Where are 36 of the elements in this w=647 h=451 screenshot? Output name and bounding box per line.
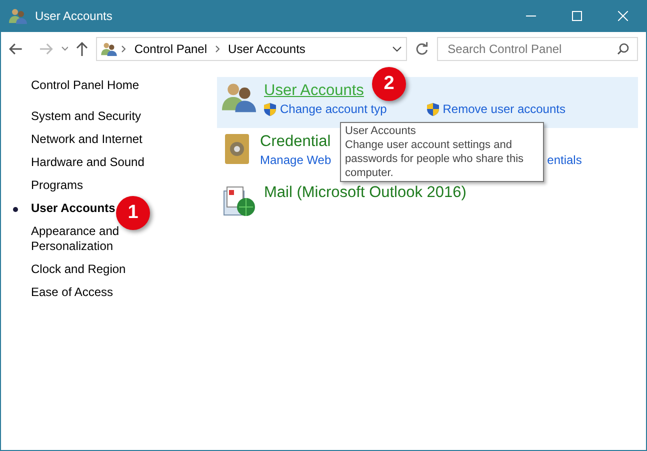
tooltip: User Accounts Change user account settings and passwords for people who share this computer. <box>340 122 544 182</box>
users-icon <box>101 42 118 56</box>
sidebar-link[interactable]: Clock and Region <box>31 258 126 281</box>
bullet-icon <box>13 207 18 212</box>
callout-marker: 2 <box>372 67 406 101</box>
sidebar-link[interactable]: System and Security <box>31 105 142 128</box>
maximize-icon[interactable] <box>572 11 582 21</box>
breadcrumb-item[interactable]: User Accounts <box>228 40 306 58</box>
back-icon[interactable] <box>9 43 23 55</box>
task-link[interactable]: Change account typ <box>280 100 387 118</box>
task-link[interactable]: Remove user accounts <box>442 100 566 118</box>
close-icon[interactable] <box>618 11 628 21</box>
sidebar-link[interactable]: Network and Internet <box>31 128 142 151</box>
category-link[interactable]: Mail (Microsoft Outlook 2016) <box>264 183 466 202</box>
users-icon <box>9 8 27 24</box>
address-bar[interactable]: Control Panel User Accounts <box>96 37 407 61</box>
refresh-icon[interactable] <box>414 42 429 56</box>
dropdown-icon[interactable] <box>60 46 68 52</box>
breadcrumb-item[interactable]: Control Panel <box>134 40 208 58</box>
chevron-icon[interactable] <box>392 46 402 52</box>
separator-icon <box>121 45 126 53</box>
category-link[interactable]: Credential <box>260 132 331 151</box>
sidebar-link[interactable]: Control Panel Home <box>31 74 217 97</box>
task-link[interactable]: entials <box>547 151 582 169</box>
safe-icon <box>222 132 252 166</box>
search-field[interactable]: Search Control Panel <box>436 37 638 61</box>
sidebar-link[interactable]: Ease of Access <box>31 281 114 304</box>
sidebar-link[interactable]: Hardware and Sound <box>31 151 144 174</box>
users-icon <box>222 81 256 113</box>
up-icon[interactable] <box>76 42 88 56</box>
window-title: User Accounts <box>35 8 114 25</box>
separator-icon <box>215 45 220 53</box>
sidebar-link[interactable]: Programs <box>31 174 84 197</box>
sidebar-link[interactable]: User Accounts <box>31 197 116 220</box>
task-link[interactable]: Manage Web <box>260 151 332 169</box>
search-icon <box>617 43 629 55</box>
